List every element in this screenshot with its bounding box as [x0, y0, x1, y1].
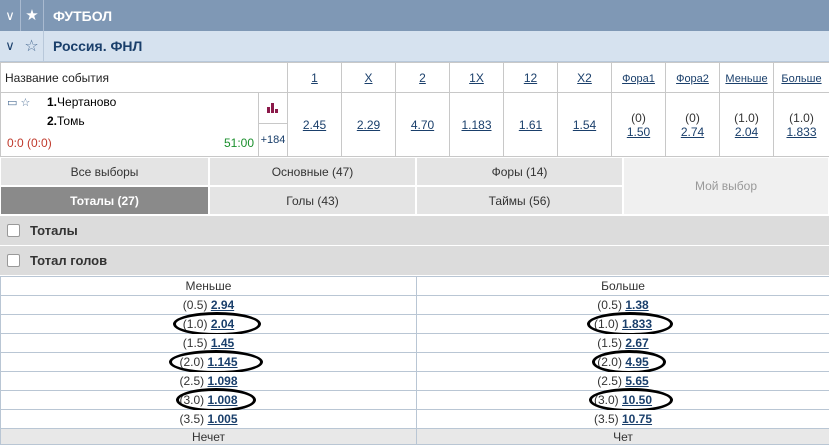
odd-1x[interactable]: 1.183: [461, 118, 491, 132]
tab-my-choice[interactable]: Мой выбор: [623, 157, 829, 215]
fora2-param: (0): [685, 110, 700, 125]
odd-under[interactable]: 2.04: [735, 125, 758, 139]
total-param: (1.5): [182, 336, 208, 350]
col-header-12[interactable]: 12: [524, 71, 537, 85]
col-header-2[interactable]: 2: [419, 71, 426, 85]
col-header-fora1[interactable]: Фора1: [622, 73, 655, 85]
highlight-ellipse: [589, 388, 673, 412]
chevron-down-icon[interactable]: ∨: [0, 38, 20, 54]
odd-fora2[interactable]: 2.74: [681, 125, 704, 139]
total-odd[interactable]: 2.94: [211, 298, 234, 312]
total-param: (1.5): [597, 336, 622, 350]
tab-totals[interactable]: Тоталы (27): [0, 186, 209, 215]
monitor-icon[interactable]: ▭ ☆: [7, 96, 30, 109]
total-param: (0.5): [182, 298, 208, 312]
under-cell[interactable]: (1.0) 2.04: [0, 312, 417, 336]
odd-column-header: Нечет: [0, 428, 417, 445]
score: 0:0 (0:0): [7, 136, 52, 150]
star-icon[interactable]: ★: [20, 0, 44, 31]
highlight-ellipse: [169, 350, 263, 374]
over-cell[interactable]: (2.0) 4.95: [416, 350, 829, 374]
total-odd[interactable]: 1.38: [625, 298, 648, 312]
tab-all[interactable]: Все выборы: [0, 157, 209, 186]
league-header[interactable]: ∨ ☆ Россия. ФНЛ: [0, 30, 829, 62]
col-header-1x[interactable]: 1X: [469, 71, 484, 85]
team1-number: 1.: [47, 95, 58, 109]
total-param: (0.5): [597, 298, 622, 312]
team2-number: 2.: [47, 114, 58, 128]
market-tabs: Все выборы Основные (47) Форы (14) Мой в…: [0, 157, 829, 215]
fora1-param: (0): [631, 110, 646, 125]
under-cell[interactable]: (2.0) 1.145: [0, 350, 417, 374]
col-header-fora2[interactable]: Фора2: [676, 73, 709, 85]
total-odd[interactable]: 1.45: [211, 336, 234, 350]
col-header-over[interactable]: Больше: [781, 73, 821, 85]
odd-1[interactable]: 2.45: [303, 118, 326, 132]
under-cell[interactable]: (3.5) 1.005: [0, 409, 417, 429]
col-header-x2[interactable]: X2: [577, 71, 592, 85]
totals-table: Меньше Больше (0.5) 2.94 (0.5) 1.38 (1.0…: [0, 276, 829, 445]
stats-icon[interactable]: [259, 93, 287, 124]
match-time: 51:00: [223, 136, 254, 150]
total-odd[interactable]: 1.005: [208, 412, 238, 426]
tab-fora[interactable]: Форы (14): [416, 157, 623, 186]
total-param: (2.5): [597, 374, 622, 388]
team1-name: Чертаново: [57, 95, 117, 109]
under-column-header: Меньше: [0, 276, 417, 296]
section-checkbox[interactable]: [7, 224, 20, 237]
highlight-ellipse: [173, 312, 261, 336]
event-name-header: Название события: [0, 62, 288, 93]
over-cell[interactable]: (1.0) 1.833: [416, 312, 829, 336]
sport-title: ФУТБОЛ: [53, 7, 113, 24]
odd-2[interactable]: 4.70: [411, 118, 434, 132]
even-column-header: Чет: [416, 428, 829, 445]
total-odd[interactable]: 5.65: [625, 374, 648, 388]
odd-12[interactable]: 1.61: [519, 118, 542, 132]
more-markets-link[interactable]: +184: [259, 124, 287, 156]
team2-name: Томь: [57, 114, 85, 128]
tab-halves[interactable]: Таймы (56): [416, 186, 623, 215]
odd-over[interactable]: 1.833: [786, 125, 816, 139]
section-title: Тоталы: [30, 223, 78, 238]
total-odd[interactable]: 10.75: [622, 412, 652, 426]
star-outline-icon[interactable]: ☆: [20, 30, 44, 62]
over-cell[interactable]: (3.5) 10.75: [416, 409, 829, 429]
total-param: (3.5): [593, 412, 619, 426]
section-checkbox[interactable]: [7, 254, 20, 267]
tab-main[interactable]: Основные (47): [209, 157, 416, 186]
odd-x2[interactable]: 1.54: [573, 118, 596, 132]
section-total-goals[interactable]: Тотал голов: [0, 246, 829, 276]
over-column-header: Больше: [416, 276, 829, 296]
col-header-x[interactable]: X: [364, 71, 372, 85]
under-param: (1.0): [734, 110, 759, 125]
event-cell[interactable]: ▭ ☆ 1.Чертаново 2.Томь 0:0 (0:0) 51:00: [0, 92, 259, 157]
section-title: Тотал голов: [30, 253, 108, 268]
total-odd[interactable]: 2.67: [625, 336, 648, 350]
section-totals[interactable]: Тоталы: [0, 216, 829, 246]
event-table: Название события 1 X 2 1X 12 X2 Фора1 Фо…: [0, 62, 829, 157]
highlight-ellipse: [176, 388, 256, 412]
tab-goals[interactable]: Голы (43): [209, 186, 416, 215]
highlight-ellipse: [587, 312, 673, 336]
total-param: (3.5): [179, 412, 205, 426]
col-header-1[interactable]: 1: [311, 71, 318, 85]
league-title: Россия. ФНЛ: [53, 38, 143, 54]
over-cell[interactable]: (3.0) 10.50: [416, 388, 829, 412]
sport-header[interactable]: ∨ ★ ФУТБОЛ: [0, 0, 829, 31]
odd-fora1[interactable]: 1.50: [627, 125, 650, 139]
highlight-ellipse: [592, 350, 666, 374]
odd-x[interactable]: 2.29: [357, 118, 380, 132]
total-odd[interactable]: 1.098: [208, 374, 238, 388]
under-cell[interactable]: (3.0) 1.008: [0, 388, 417, 412]
over-param: (1.0): [789, 110, 814, 125]
chevron-down-icon[interactable]: ∨: [0, 8, 20, 24]
total-param: (2.5): [179, 374, 205, 388]
col-header-under[interactable]: Меньше: [725, 73, 767, 85]
